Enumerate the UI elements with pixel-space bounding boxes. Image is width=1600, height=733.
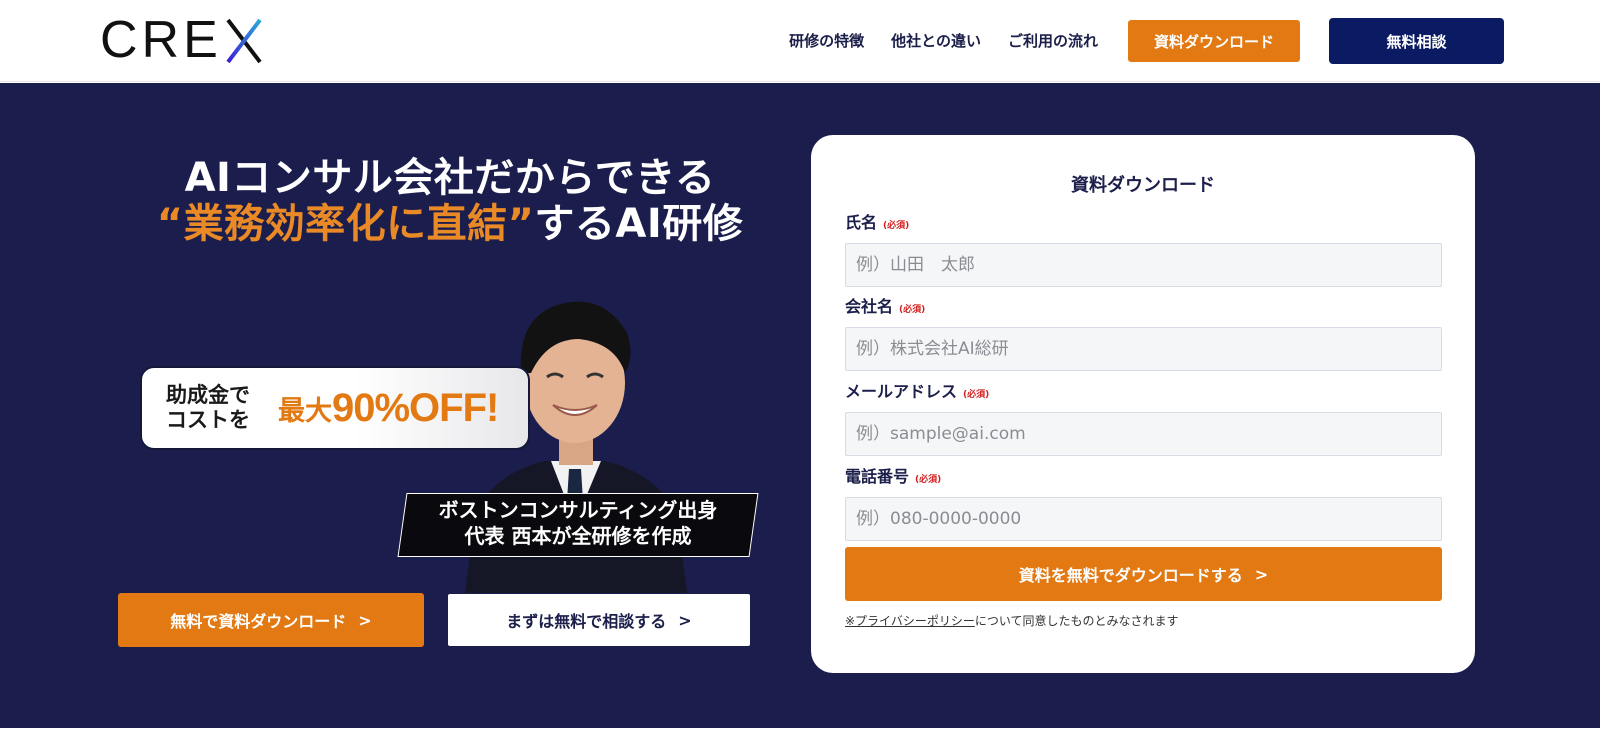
boston-banner-text: ボストンコンサルティング出身 代表 西本が全研修を作成 xyxy=(438,498,718,548)
headline-highlight: “業務効率化に直結” xyxy=(156,201,535,247)
chevron-right-icon: > xyxy=(1254,564,1269,584)
hero-download-button[interactable]: 無料で資料ダウンロード > xyxy=(118,593,424,647)
subsidy-label: 助成金で コストを xyxy=(166,383,250,432)
headline-rest: するAI研修 xyxy=(534,201,744,247)
required-mark: (必須) xyxy=(963,390,990,400)
phone-label-text: 電話番号 xyxy=(845,467,910,486)
name-label-text: 氏名 xyxy=(845,213,878,232)
hero-download-label: 無料で資料ダウンロード xyxy=(170,612,347,631)
chevron-right-icon: > xyxy=(358,610,372,630)
subsidy-badge: 助成金で コストを 最大 90%OFF! xyxy=(140,366,530,450)
name-label: 氏名 (必須) xyxy=(845,209,909,233)
download-form: 資料ダウンロード 氏名 (必須) 会社名 (必須) メールアドレス (必須) 電… xyxy=(811,135,1475,673)
required-mark: (必須) xyxy=(883,221,910,231)
header-consult-button[interactable]: 無料相談 xyxy=(1329,18,1504,64)
required-mark: (必須) xyxy=(915,475,942,485)
logo-x-mark xyxy=(224,16,264,64)
email-field[interactable] xyxy=(845,412,1442,456)
privacy-note: ※プライバシーポリシーについて同意したものとみなされます xyxy=(845,612,1178,629)
privacy-note-text: について同意したものとみなされます xyxy=(974,614,1179,628)
logo-text: CRE xyxy=(100,11,222,69)
form-title: 資料ダウンロード xyxy=(1071,175,1215,196)
form-submit-button[interactable]: 資料を無料でダウンロードする > xyxy=(845,547,1442,601)
nav-flow[interactable]: ご利用の流れ xyxy=(1008,19,1098,63)
chevron-right-icon: > xyxy=(678,610,692,630)
name-field[interactable] xyxy=(845,243,1442,287)
headline-line1: AIコンサル会社だからできる xyxy=(184,155,716,201)
header-download-button[interactable]: 資料ダウンロード xyxy=(1128,20,1300,62)
form-submit-label: 資料を無料でダウンロードする xyxy=(1018,566,1243,585)
subsidy-max: 最大 xyxy=(278,395,332,427)
main-nav: 研修の特徴 他社との違い ご利用の流れ 資料ダウンロード 無料相談 xyxy=(789,18,1504,64)
company-label-text: 会社名 xyxy=(845,297,894,316)
phone-label: 電話番号 (必須) xyxy=(845,463,941,487)
site-header: CRE 研修の特徴 他社との違い ご利用の流れ 資料ダウンロード 無料相談 xyxy=(0,0,1600,82)
email-label: メールアドレス (必須) xyxy=(845,378,989,402)
subsidy-discount: 90%OFF! xyxy=(332,385,499,430)
crex-logo[interactable]: CRE xyxy=(100,14,264,66)
hero-section: AIコンサル会社だからできる “業務効率化に直結”するAI研修 助成金で コスト… xyxy=(0,83,1600,728)
hero-consult-button[interactable]: まずは無料で相談する > xyxy=(448,594,750,646)
hero-consult-label: まずは無料で相談する xyxy=(506,612,667,631)
email-label-text: メールアドレス xyxy=(845,382,958,401)
privacy-policy-link[interactable]: ※プライバシーポリシー xyxy=(845,614,975,628)
company-field[interactable] xyxy=(845,327,1442,371)
hero-headline: AIコンサル会社だからできる “業務効率化に直結”するAI研修 xyxy=(120,155,780,247)
company-label: 会社名 (必須) xyxy=(845,293,925,317)
nav-features[interactable]: 研修の特徴 xyxy=(789,19,864,63)
phone-field[interactable] xyxy=(845,497,1442,541)
nav-differences[interactable]: 他社との違い xyxy=(891,19,981,63)
required-mark: (必須) xyxy=(899,305,926,315)
